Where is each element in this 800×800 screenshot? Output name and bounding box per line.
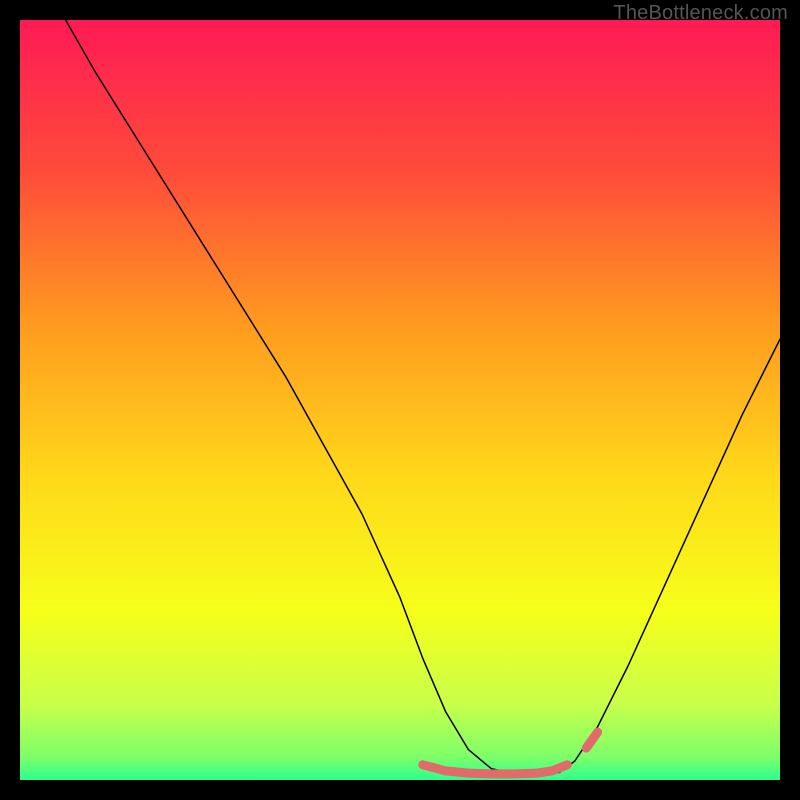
watermark-text: TheBottleneck.com <box>613 2 788 25</box>
chart-frame: TheBottleneck.com <box>0 0 800 800</box>
plot-area <box>20 20 780 780</box>
series-bottleneck-curve <box>66 20 780 775</box>
series-optimal-marker-right <box>586 732 597 748</box>
curve-layer <box>20 20 780 780</box>
